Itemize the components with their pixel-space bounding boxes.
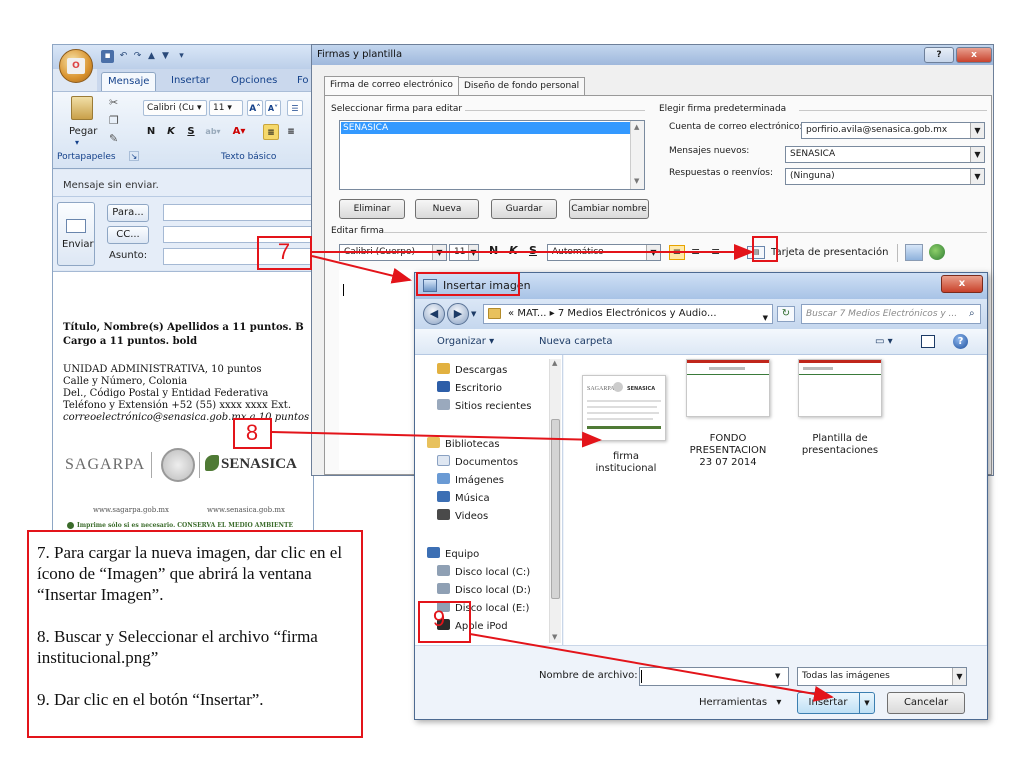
callout-7-number: 7 — [277, 239, 291, 264]
arrow-9-to-insert-button — [469, 633, 834, 702]
tab-firma-correo[interactable]: Firma de correo electrónico — [324, 76, 459, 95]
instruction-8: 8. Buscar y Seleccionar el archivo “firm… — [37, 627, 318, 667]
arrow-7-to-insert-dialog — [311, 255, 412, 284]
highlight-image-icon — [752, 236, 778, 262]
arrow-8-to-file — [271, 431, 602, 448]
instructions-note: 7. Para cargar la nueva imagen, dar clic… — [27, 530, 363, 738]
callout-9-number: 9 — [432, 606, 446, 631]
instruction-9: 9. Dar clic en el botón “Insertar”. — [37, 690, 264, 709]
callout-8-number: 8 — [245, 420, 259, 445]
instruction-7: 7. Para cargar la nueva imagen, dar clic… — [37, 543, 343, 604]
highlight-insertar-title — [416, 272, 520, 296]
